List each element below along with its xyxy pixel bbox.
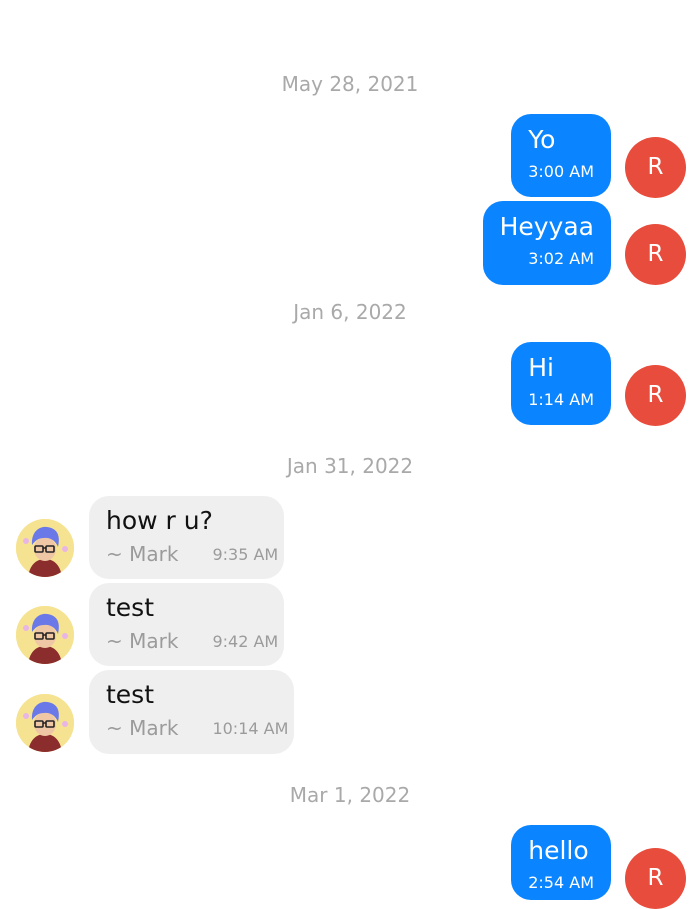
message-text: test [106,680,155,709]
message-time: 1:14 AM [528,390,594,409]
avatar[interactable] [16,519,74,577]
message-time: 10:14 AM [212,719,289,738]
message-text: test [106,593,155,622]
outgoing-message[interactable]: Hi 1:14 AM [511,342,611,425]
message-text: Yo [528,125,556,154]
mark-avatar-icon [16,519,74,577]
avatar[interactable]: R [625,365,686,426]
date-separator: Mar 1, 2022 [289,783,411,807]
incoming-message[interactable]: how r u? ~ Mark 9:35 AM [89,496,284,579]
message-text: how r u? [106,506,213,535]
message-time: 9:35 AM [212,545,279,564]
incoming-message[interactable]: test ~ Mark 9:42 AM [89,583,284,666]
message-time: 3:02 AM [528,249,594,268]
sender-name: ~ Mark [106,542,179,566]
avatar[interactable]: R [625,224,686,285]
message-meta: ~ Mark 9:35 AM [106,542,278,566]
outgoing-message[interactable]: Heyyaa 3:02 AM [482,201,611,285]
mark-avatar-icon [16,606,74,664]
incoming-message[interactable]: test ~ Mark 10:14 AM [89,670,294,754]
chat-window: May 28, 2021 Yo 3:00 AM R Heyyaa 3:02 AM… [0,0,700,909]
outgoing-message[interactable]: Yo 3:00 AM [511,114,611,197]
date-separator: Jan 6, 2022 [293,300,407,324]
message-text: hello [528,836,589,865]
message-meta: ~ Mark 10:14 AM [106,716,288,740]
message-time: 9:42 AM [212,632,279,651]
sender-name: ~ Mark [106,629,179,653]
avatar[interactable]: R [625,137,686,198]
avatar[interactable] [16,606,74,664]
message-meta: ~ Mark 9:42 AM [106,629,278,653]
message-text: Heyyaa [499,212,594,241]
date-separator: May 28, 2021 [281,72,419,96]
mark-avatar-icon [16,694,74,752]
outgoing-message[interactable]: hello 2:54 AM [511,825,611,900]
sender-name: ~ Mark [106,716,179,740]
date-separator: Jan 31, 2022 [286,454,414,478]
message-time: 2:54 AM [528,873,594,892]
message-text: Hi [528,353,554,382]
avatar[interactable] [16,694,74,752]
message-time: 3:00 AM [528,162,594,181]
